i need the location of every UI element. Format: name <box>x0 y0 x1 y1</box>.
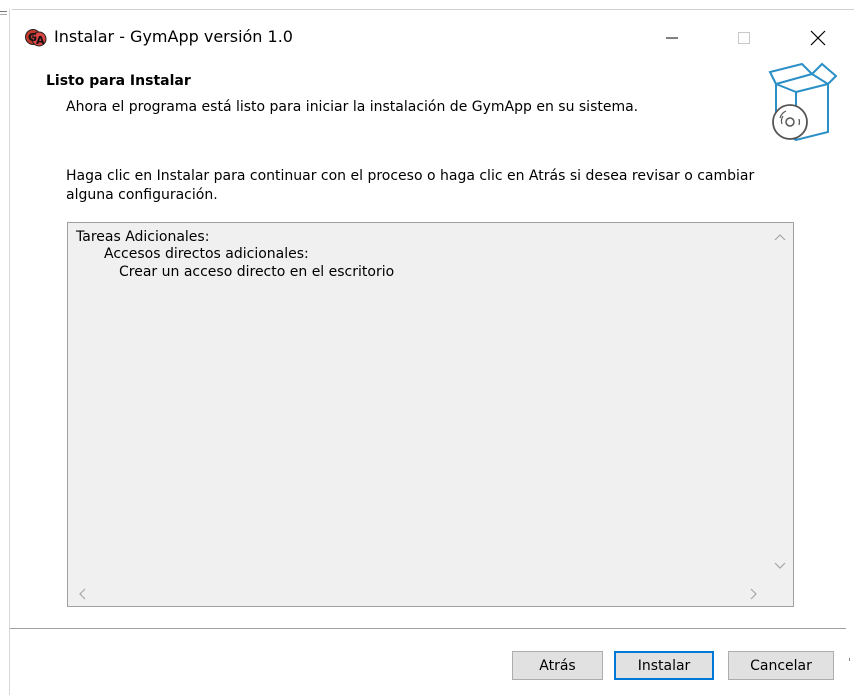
close-icon <box>810 30 826 46</box>
install-box-disc-icon <box>768 62 838 142</box>
window-title: Instalar - GymApp versión 1.0 <box>54 27 293 46</box>
ready-memo-box[interactable]: Tareas Adicionales: Accesos directos adi… <box>67 222 794 607</box>
page-title: Listo para Instalar <box>46 73 191 89</box>
memo-line: Accesos directos adicionales: <box>104 246 309 262</box>
memo-line: Crear un acceso directo en el escritorio <box>119 264 395 280</box>
window-left-border <box>9 9 10 695</box>
maximize-button[interactable] <box>724 21 764 55</box>
close-button[interactable] <box>798 21 838 55</box>
scroll-right-arrow[interactable] <box>748 587 760 601</box>
edge-artifact <box>0 11 7 12</box>
minimize-button[interactable] <box>652 21 692 55</box>
chevron-down-icon <box>774 562 786 569</box>
scroll-down-arrow[interactable] <box>773 560 787 572</box>
scroll-up-arrow[interactable] <box>773 231 787 243</box>
instructions-text: Haga clic en Instalar para continuar con… <box>66 167 766 205</box>
scroll-left-arrow[interactable] <box>76 587 88 601</box>
back-button[interactable]: Atrás <box>512 651 603 680</box>
chevron-up-icon <box>774 234 786 241</box>
memo-line: Tareas Adicionales: <box>76 229 210 245</box>
title-bar[interactable]: G A Instalar - GymApp versión 1.0 <box>10 10 854 60</box>
cancel-button[interactable]: Cancelar <box>728 651 834 680</box>
chevron-right-icon <box>750 588 757 600</box>
maximize-icon <box>738 32 750 44</box>
chevron-left-icon <box>79 588 86 600</box>
vertical-scrollbar[interactable] <box>768 223 793 585</box>
edge-artifact <box>849 658 850 661</box>
instructions-line-1: Haga clic en Instalar para continuar con… <box>66 168 755 184</box>
install-button[interactable]: Instalar <box>614 651 714 680</box>
installer-screen: G A Instalar - GymApp versión 1.0 Listo … <box>0 0 854 695</box>
footer-separator <box>10 628 846 629</box>
svg-text:A: A <box>36 34 45 47</box>
instructions-line-2: alguna configuración. <box>66 187 218 203</box>
page-subtitle: Ahora el programa está listo para inicia… <box>66 99 639 115</box>
minimize-icon <box>666 37 678 39</box>
gymapp-logo-icon: G A <box>25 29 47 47</box>
edge-artifact <box>0 14 7 15</box>
horizontal-scrollbar[interactable] <box>68 584 768 606</box>
header-separator <box>10 145 854 146</box>
